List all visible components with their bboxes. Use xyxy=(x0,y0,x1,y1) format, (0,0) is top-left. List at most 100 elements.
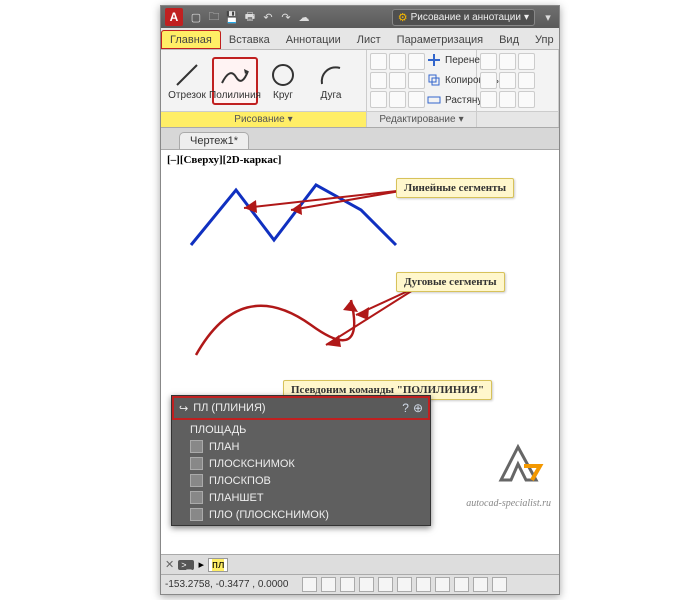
tab-home[interactable]: Главная xyxy=(161,30,221,49)
watermark: autocad-specialist.ru xyxy=(466,498,551,509)
cmd-icon xyxy=(190,457,203,470)
status-bar: -153.2758, -0.3477 , 0.0000 xyxy=(161,574,559,594)
grid-icon[interactable] xyxy=(370,91,387,108)
overflow-icon[interactable]: ▾ xyxy=(541,10,555,24)
status-toggle[interactable] xyxy=(340,577,355,592)
grid-icon[interactable] xyxy=(408,53,425,70)
grid-icon[interactable] xyxy=(370,72,387,89)
autocomplete-item[interactable]: ПЛОСКСНИМОК xyxy=(172,455,430,472)
workspace-selector[interactable]: ⚙ Рисование и аннотации ▾ xyxy=(392,9,535,26)
status-toggle[interactable] xyxy=(473,577,488,592)
document-tabs: Чертеж1* xyxy=(161,128,559,150)
command-line[interactable]: ✕ >_ ▸ пл xyxy=(161,554,559,574)
drawing-canvas[interactable]: [–][Сверху][2D-каркас] Линейные сегменты… xyxy=(161,150,559,554)
status-toggle[interactable] xyxy=(359,577,374,592)
grid-icon[interactable] xyxy=(518,72,535,89)
grid-icon[interactable] xyxy=(499,53,516,70)
status-toggle[interactable] xyxy=(416,577,431,592)
grid-icon[interactable] xyxy=(518,53,535,70)
autocomplete-item[interactable]: ПЛО (ПЛОСКСНИМОК) xyxy=(172,506,430,523)
cloud-icon[interactable]: ☁ xyxy=(297,10,311,24)
status-toggle[interactable] xyxy=(321,577,336,592)
tab-manage[interactable]: Упр xyxy=(527,31,562,49)
tab-layout[interactable]: Лист xyxy=(349,31,389,49)
arc-icon xyxy=(316,61,346,89)
grid-icon[interactable] xyxy=(389,72,406,89)
chevron-down-icon: ▾ xyxy=(288,114,293,125)
undo-icon[interactable]: ↶ xyxy=(261,10,275,24)
panel-draw-title[interactable]: Рисование ▾ xyxy=(161,111,366,127)
new-icon[interactable]: ▢ xyxy=(189,10,203,24)
save-icon[interactable]: 💾 xyxy=(225,10,239,24)
polyline-button[interactable]: Полилиния xyxy=(212,57,258,105)
ribbon: Отрезок Полилиния Круг Дуга xyxy=(161,50,559,128)
extra-grid xyxy=(480,53,535,108)
grid-icon[interactable] xyxy=(389,53,406,70)
cmd-prompt-icon: >_ xyxy=(178,560,194,570)
panel-extra-title xyxy=(477,111,558,127)
grid-icon[interactable] xyxy=(408,91,425,108)
polyline-icon xyxy=(220,61,250,89)
tab-view[interactable]: Вид xyxy=(491,31,527,49)
app-logo[interactable]: A xyxy=(165,8,183,26)
help-icon[interactable]: ? xyxy=(402,401,409,415)
gear-icon: ⚙ xyxy=(398,11,408,24)
callout-linear: Линейные сегменты xyxy=(396,178,514,198)
callout-arc: Дуговые сегменты xyxy=(396,272,505,292)
status-toggle[interactable] xyxy=(435,577,450,592)
status-toggle[interactable] xyxy=(454,577,469,592)
brand-logo-icon xyxy=(496,442,544,484)
grid-icon[interactable] xyxy=(370,53,387,70)
tab-insert[interactable]: Вставка xyxy=(221,31,278,49)
command-autocomplete: ↪ ПЛ (ПЛИНИЯ) ?⊕ ПЛОЩАДЬ ПЛАН ПЛОСКСНИМО… xyxy=(171,395,431,526)
tab-param[interactable]: Параметризация xyxy=(389,31,491,49)
panel-draw: Отрезок Полилиния Круг Дуга xyxy=(161,50,367,127)
autocomplete-selected[interactable]: ↪ ПЛ (ПЛИНИЯ) ?⊕ xyxy=(172,396,430,420)
stretch-icon xyxy=(427,93,442,108)
command-input[interactable]: пл xyxy=(208,558,228,572)
title-bar: A ▢ 🗀 💾 🖶 ↶ ↷ ☁ ⚙ Рисование и аннотации … xyxy=(161,6,559,28)
grid-icon[interactable] xyxy=(480,53,497,70)
move-icon xyxy=(427,53,442,68)
workspace-label: Рисование и аннотации xyxy=(411,12,521,23)
autocomplete-item[interactable]: ПЛАН xyxy=(172,438,430,455)
autocomplete-item[interactable]: ПЛОСКПОВ xyxy=(172,472,430,489)
cmd-icon xyxy=(190,508,203,521)
open-icon[interactable]: 🗀 xyxy=(207,10,221,24)
status-toggle[interactable] xyxy=(302,577,317,592)
coords-readout: -153.2758, -0.3477 , 0.0000 xyxy=(165,579,288,590)
ribbon-tabs: Главная Вставка Аннотации Лист Параметри… xyxy=(161,28,559,50)
tab-annotate[interactable]: Аннотации xyxy=(278,31,349,49)
grid-icon[interactable] xyxy=(480,91,497,108)
autocomplete-item[interactable]: ПЛОЩАДЬ xyxy=(172,422,430,438)
line-label: Отрезок xyxy=(168,90,206,101)
circle-icon xyxy=(268,61,298,89)
autocomplete-item[interactable]: ПЛАНШЕТ xyxy=(172,489,430,506)
document-tab[interactable]: Чертеж1* xyxy=(179,132,249,149)
status-toggle[interactable] xyxy=(492,577,507,592)
status-toggle[interactable] xyxy=(397,577,412,592)
grid-icon[interactable] xyxy=(499,72,516,89)
globe-icon[interactable]: ⊕ xyxy=(413,401,423,415)
status-toggle[interactable] xyxy=(378,577,393,592)
grid-icon[interactable] xyxy=(389,91,406,108)
panel-extra xyxy=(477,50,559,127)
grid-icon[interactable] xyxy=(518,91,535,108)
quick-access-toolbar: ▢ 🗀 💾 🖶 ↶ ↷ ☁ xyxy=(189,10,311,24)
circle-button[interactable]: Круг xyxy=(260,58,306,104)
cmd-icon xyxy=(190,440,203,453)
chevron-down-icon: ▾ xyxy=(459,114,464,125)
grid-icon[interactable] xyxy=(480,72,497,89)
polyline-label: Полилиния xyxy=(209,90,261,101)
line-button[interactable]: Отрезок xyxy=(164,58,210,104)
grid-icon[interactable] xyxy=(408,72,425,89)
copy-icon xyxy=(427,73,442,88)
panel-edit-title[interactable]: Редактирование ▾ xyxy=(367,111,476,127)
print-icon[interactable]: 🖶 xyxy=(243,10,257,24)
close-icon[interactable]: ✕ xyxy=(165,558,174,571)
redo-icon[interactable]: ↷ xyxy=(279,10,293,24)
chevron-down-icon: ▾ xyxy=(524,12,529,23)
arc-button[interactable]: Дуга xyxy=(308,58,354,104)
cmd-icon xyxy=(190,474,203,487)
grid-icon[interactable] xyxy=(499,91,516,108)
